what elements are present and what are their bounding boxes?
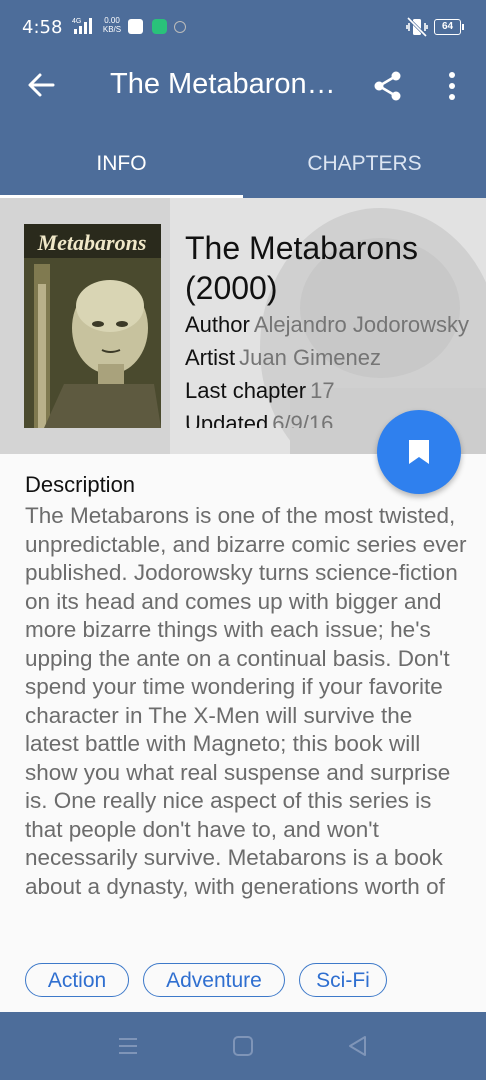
updated-value: 6/9/16	[272, 411, 334, 428]
notification-chat-icon	[152, 19, 167, 34]
genre-chip-sci-fi[interactable]: Sci-Fi	[299, 963, 387, 997]
manga-title: The Metabarons (2000)	[185, 230, 419, 306]
system-navigation-bar	[0, 1012, 486, 1080]
artist-value: Juan Gimenez	[239, 345, 381, 370]
author-row: Author Alejandro Jodorowsky	[185, 308, 475, 341]
cover-title-text: Metabarons	[37, 230, 147, 255]
status-bar: 4:58 4G 0.00 KB/S 64	[0, 0, 486, 56]
tab-info[interactable]: INFO	[0, 142, 243, 198]
recents-menu-icon[interactable]	[116, 1034, 140, 1058]
artist-label: Artist	[185, 345, 236, 370]
cover-image[interactable]: Metabarons	[24, 224, 161, 428]
tab-chapters[interactable]: CHAPTERS	[243, 142, 486, 198]
description-text[interactable]: The Metabarons is one of the most twiste…	[25, 502, 470, 948]
author-value: Alejandro Jodorowsky	[253, 312, 470, 337]
bookmark-icon	[409, 440, 429, 464]
toolbar-title: The Metabarons (2000)	[110, 68, 340, 100]
battery-icon: 64	[434, 19, 464, 35]
back-triangle-icon[interactable]	[346, 1034, 370, 1058]
updated-label: Updated	[185, 411, 269, 428]
last-chapter-row: Last chapter 17	[185, 374, 475, 407]
artist-row: Artist Juan Gimenez	[185, 341, 475, 374]
share-icon[interactable]	[372, 70, 404, 102]
status-time: 4:58	[22, 17, 63, 38]
network-type: 4G	[72, 18, 81, 25]
tab-info-label: INFO	[96, 152, 147, 175]
back-arrow-icon[interactable]	[26, 70, 56, 100]
speed-value: 0.00	[104, 16, 120, 25]
app-bar: The Metabarons (2000) INFO CHAPTERS	[0, 56, 486, 198]
description-section: Description The Metabarons is one of the…	[0, 454, 486, 960]
more-options-icon[interactable]	[438, 70, 466, 102]
vibrate-mode-icon	[406, 16, 428, 38]
genre-chip-adventure[interactable]: Adventure	[143, 963, 285, 997]
author-label: Author	[185, 312, 250, 337]
notification-small-icon	[174, 21, 186, 33]
signal-icon: 4G	[72, 16, 98, 36]
speed-unit: KB/S	[102, 25, 122, 34]
description-heading: Description	[25, 472, 136, 497]
tab-chapters-label: CHAPTERS	[307, 152, 422, 175]
network-speed: 0.00 KB/S	[100, 16, 124, 34]
notification-app-icon	[128, 19, 143, 34]
genre-chips: Action Adventure Sci-Fi	[0, 960, 486, 1010]
last-chapter-value: 17	[310, 378, 335, 403]
battery-level: 64	[441, 21, 454, 32]
genre-chip-action[interactable]: Action	[25, 963, 129, 997]
home-square-icon[interactable]	[231, 1034, 255, 1058]
manga-info: The Metabarons (2000) Author Alejandro Jo…	[185, 228, 475, 428]
last-chapter-label: Last chapter	[185, 378, 307, 403]
bookmark-button[interactable]	[377, 410, 461, 494]
